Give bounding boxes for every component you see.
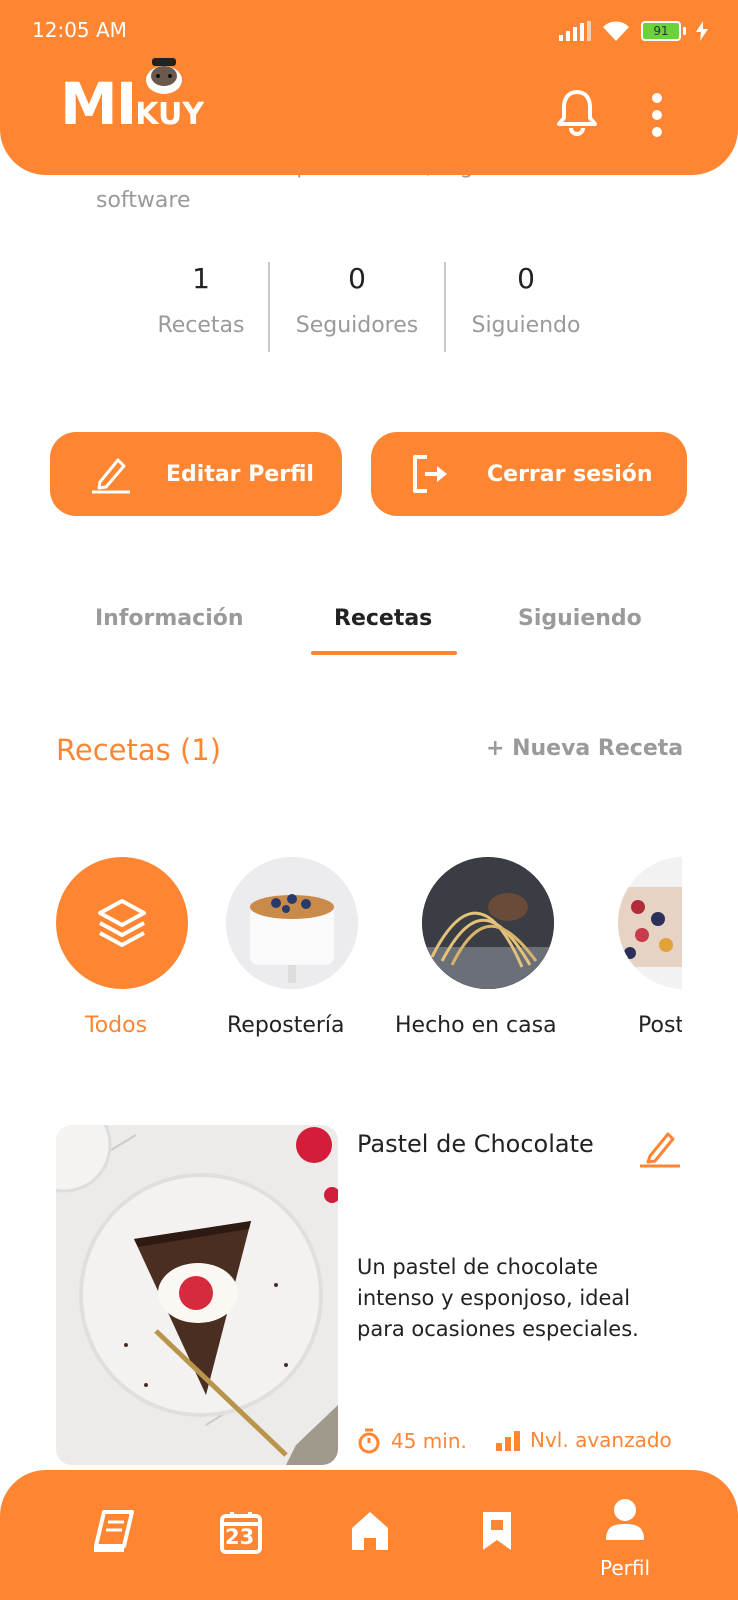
category-label-reposteria: Repostería — [227, 1013, 345, 1038]
nav-label-perfil: Perfil — [600, 1556, 651, 1580]
bookmark-icon[interactable] — [481, 1510, 513, 1552]
category-reposteria-image[interactable] — [226, 857, 358, 989]
recipe-level: Nvl. avanzado — [496, 1428, 672, 1452]
category-label-hecho-en-casa: Hecho en casa — [395, 1013, 557, 1038]
category-todos[interactable] — [56, 857, 188, 989]
charging-icon — [696, 21, 708, 41]
logout-button[interactable]: Cerrar sesión — [371, 432, 687, 516]
recipe-time-label: 45 min. — [391, 1429, 467, 1453]
tab-informacion[interactable]: Información — [95, 606, 244, 631]
recipes-section-title: Recetas (1) — [56, 733, 222, 767]
status-time: 12:05 AM — [32, 18, 127, 42]
tab-recetas[interactable]: Recetas — [334, 606, 432, 631]
notification-bell-icon[interactable] — [555, 88, 599, 136]
edit-recipe-icon[interactable] — [640, 1126, 680, 1168]
layers-icon — [98, 899, 146, 947]
profile-icon[interactable] — [604, 1498, 646, 1542]
edit-profile-label: Editar Perfil — [166, 461, 314, 487]
logout-icon — [413, 455, 447, 493]
signal-icon — [559, 21, 591, 41]
recipe-time: 45 min. — [357, 1428, 467, 1454]
active-tab-indicator — [311, 651, 457, 655]
recipe-image[interactable] — [56, 1125, 338, 1465]
category-postres-image[interactable] — [618, 857, 682, 989]
stat-divider — [444, 262, 446, 352]
app-header: 12:05 AM 91 MIKUY — [0, 0, 738, 175]
category-label-todos: Todos — [85, 1013, 148, 1038]
tab-siguiendo[interactable]: Siguiendo — [518, 606, 642, 631]
bottom-navigation: 23 Perfil — [0, 1470, 738, 1600]
level-bars-icon — [496, 1431, 520, 1451]
book-icon[interactable] — [92, 1510, 136, 1552]
wifi-icon — [603, 21, 629, 41]
recipe-level-label: Nvl. avanzado — [530, 1428, 672, 1452]
more-options-icon[interactable] — [652, 93, 662, 137]
stat-recetas: 1 Recetas — [157, 262, 245, 338]
pencil-icon — [92, 458, 130, 494]
guinea-pig-mascot-icon — [146, 58, 182, 94]
stat-seguidores[interactable]: 0 Seguidores — [284, 262, 430, 338]
category-hecho-en-casa-image[interactable] — [422, 857, 554, 989]
home-icon[interactable] — [350, 1510, 390, 1552]
status-icons: 91 — [559, 20, 708, 42]
calendar-icon[interactable]: 23 — [220, 1510, 262, 1558]
stat-divider — [268, 262, 270, 352]
battery-icon: 91 — [641, 21, 686, 41]
recipe-description: Un pastel de chocolate intenso y esponjo… — [357, 1255, 639, 1341]
logout-label: Cerrar sesión — [487, 461, 653, 487]
edit-profile-button[interactable]: Editar Perfil — [50, 432, 342, 516]
new-recipe-button[interactable]: + Nueva Receta — [486, 736, 683, 761]
stat-siguiendo[interactable]: 0 Siguiendo — [460, 262, 592, 338]
category-carousel[interactable]: Todos Repostería Hecho en casa Postres — [0, 840, 682, 1060]
category-label-postres: Postres — [638, 1013, 682, 1038]
recipe-title[interactable]: Pastel de Chocolate — [357, 1130, 594, 1158]
timer-icon — [358, 1428, 380, 1454]
